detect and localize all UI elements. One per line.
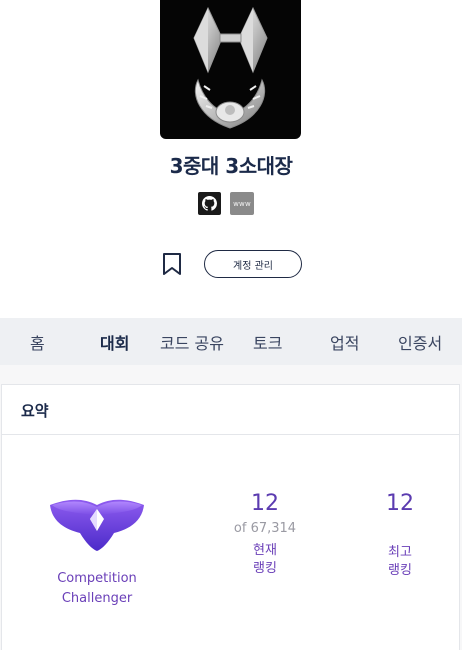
tier-label-line2: Challenger (61, 591, 133, 606)
username: 3중대 3소대장 (169, 154, 293, 178)
website-label: www (233, 199, 251, 208)
current-rank-label: 현재 랭킹 (224, 542, 306, 578)
summary-title: 요약 (21, 402, 49, 420)
best-rank-label-line2: 랭킹 (388, 563, 412, 578)
profile-header: 3중대 3소대장 www 계정 관리 (0, 0, 462, 318)
summary-card: 요약 Competition Challenger 12 of 67,314 현… (1, 384, 460, 650)
profile-tabs: 홈 대회 코드 공유 토크 업적 인증서 (0, 318, 462, 365)
tab-code-share[interactable]: 코드 공유 (160, 330, 224, 354)
current-rank-total: of 67,314 (233, 521, 297, 536)
tier-label: Competition Challenger (42, 569, 152, 609)
best-rank-label-line1: 최고 (388, 545, 412, 560)
tab-talk[interactable]: 토크 (253, 330, 282, 354)
current-rank-label-line2: 랭킹 (253, 561, 277, 576)
tab-home[interactable]: 홈 (30, 330, 45, 354)
profile-links: www (198, 192, 254, 215)
avatar (160, 0, 301, 139)
current-rank-label-line1: 현재 (253, 543, 277, 558)
account-manage-button[interactable]: 계정 관리 (204, 250, 302, 278)
summary-header: 요약 (2, 385, 459, 435)
tab-achievements[interactable]: 업적 (330, 330, 359, 354)
best-rank-label: 최고 랭킹 (364, 544, 436, 580)
tab-competitions[interactable]: 대회 (100, 330, 129, 354)
current-rank-stat: 12 of 67,314 현재 랭킹 (224, 491, 306, 578)
github-icon[interactable] (198, 192, 221, 215)
best-rank-value: 12 (386, 491, 414, 516)
bookmark-icon[interactable] (162, 253, 182, 275)
tab-certificates[interactable]: 인증서 (398, 330, 442, 354)
website-icon[interactable]: www (230, 192, 254, 215)
challenger-tier-icon (50, 499, 144, 551)
current-rank-value: 12 (251, 491, 279, 516)
best-rank-stat: 12 최고 랭킹 (364, 491, 436, 580)
tier-label-line1: Competition (57, 571, 137, 586)
